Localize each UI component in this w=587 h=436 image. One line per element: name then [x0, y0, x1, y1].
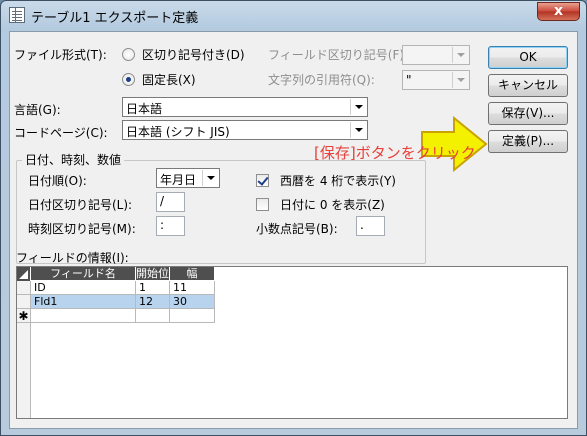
date-order-select[interactable]: 年月日	[156, 168, 220, 188]
chevron-down-icon	[452, 47, 468, 63]
time-delimiter-input[interactable]: :	[156, 216, 185, 236]
window-title: テーブル1 エクスポート定義	[31, 11, 199, 26]
cancel-button[interactable]: キャンセル	[488, 74, 568, 97]
table-icon	[9, 7, 25, 23]
decimal-symbol-label: 小数点記号(B):	[256, 222, 338, 236]
table-cell[interactable]: 30	[170, 295, 215, 309]
decimal-symbol-input[interactable]: .	[356, 216, 385, 236]
table-cell[interactable]: ID	[31, 281, 136, 295]
select-all-corner[interactable]	[17, 267, 31, 281]
fixed-width-radio-label[interactable]: 固定長(X)	[142, 71, 196, 88]
row-selector-column	[17, 323, 31, 418]
file-format-label: ファイル形式(T):	[14, 48, 107, 62]
title-bar[interactable]: テーブル1 エクスポート定義 x	[1, 1, 586, 29]
field-delimiter-label: フィールド区切り記号(F):	[268, 48, 409, 62]
dates-group-title: 日付、時刻、数値	[22, 151, 125, 168]
language-label: 言語(G):	[14, 103, 61, 117]
field-info-label: フィールドの情報(I):	[16, 251, 129, 265]
table-cell[interactable]: 11	[170, 281, 215, 295]
table-cell[interactable]: 12	[136, 295, 170, 309]
specs-button[interactable]: 定義(P)...	[488, 130, 568, 153]
four-digit-years-checkbox[interactable]	[256, 174, 269, 187]
field-delimiter-select	[402, 45, 470, 65]
table-cell[interactable]	[31, 309, 136, 323]
table-cell[interactable]: Fld1	[31, 295, 136, 309]
code-page-select[interactable]: 日本語 (シフト JIS)	[122, 120, 368, 140]
table-cell[interactable]	[136, 309, 170, 323]
table-cell[interactable]	[170, 309, 215, 323]
export-specification-dialog: テーブル1 エクスポート定義 x ファイル形式(T): 区切り記号付き(D) 固…	[0, 0, 587, 436]
four-digit-years-label[interactable]: 西暦を 4 桁で表示(Y)	[280, 172, 396, 189]
save-as-button[interactable]: 保存(V)...	[488, 102, 568, 125]
time-delimiter-label: 時刻区切り記号(M):	[28, 222, 136, 236]
text-qualifier-select: "	[402, 70, 470, 90]
close-button[interactable]: x	[537, 2, 580, 21]
chevron-down-icon[interactable]	[350, 122, 366, 138]
date-delimiter-input[interactable]: /	[156, 192, 185, 212]
code-page-label: コードページ(C):	[14, 126, 108, 140]
text-qualifier-label: 文字列の引用符(Q):	[268, 73, 375, 87]
delimited-radio-label[interactable]: 区切り記号付き(D)	[142, 46, 245, 63]
delimited-radio[interactable]	[122, 48, 135, 61]
ok-button[interactable]: OK	[488, 46, 568, 69]
chevron-down-icon[interactable]	[202, 170, 218, 186]
chevron-down-icon[interactable]	[350, 99, 366, 115]
chevron-down-icon	[452, 72, 468, 88]
row-selector[interactable]	[17, 281, 31, 295]
dialog-body: ファイル形式(T): 区切り記号付き(D) 固定長(X) フィールド区切り記号(…	[9, 31, 578, 429]
new-record-icon[interactable]: ✱	[17, 309, 31, 323]
leading-zeros-checkbox[interactable]	[256, 198, 269, 211]
column-header[interactable]: 開始位置	[136, 267, 170, 281]
table-cell[interactable]: 1	[136, 281, 170, 295]
column-header[interactable]: 幅	[170, 267, 215, 281]
date-order-label: 日付順(O):	[28, 174, 87, 188]
language-select[interactable]: 日本語	[122, 97, 368, 117]
field-info-grid[interactable]: フィールド名 開始位置 幅 ID 1 11 Fld1 12 30 ✱	[16, 266, 568, 419]
leading-zeros-label[interactable]: 日付に 0 を表示(Z)	[280, 196, 385, 213]
date-delimiter-label: 日付区切り記号(L):	[28, 198, 133, 212]
column-header[interactable]: フィールド名	[31, 267, 136, 281]
row-selector[interactable]	[17, 295, 31, 309]
fixed-width-radio[interactable]	[122, 73, 135, 86]
